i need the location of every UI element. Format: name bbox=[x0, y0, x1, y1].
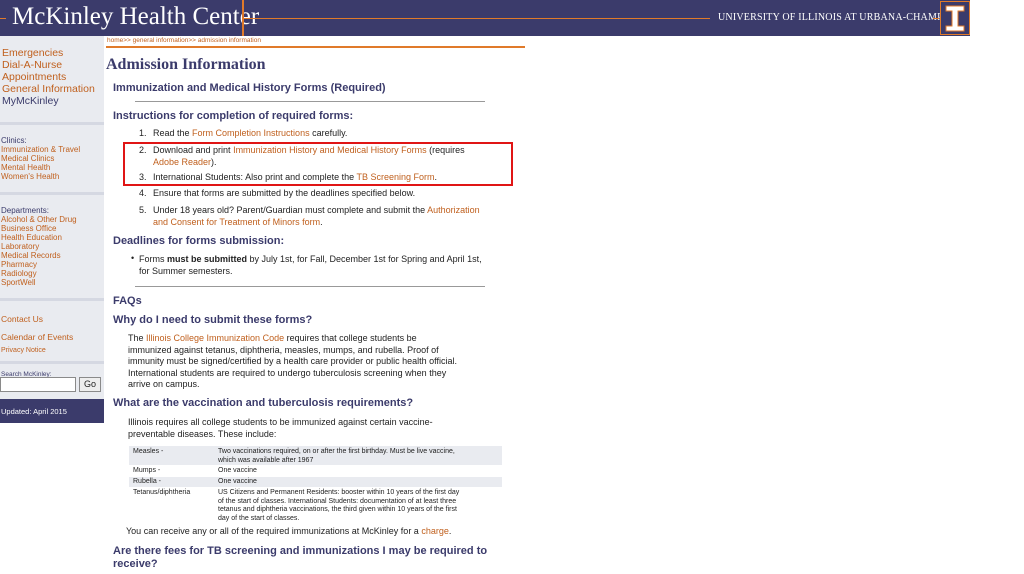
step-1: Read the Form Completion Instructions ca… bbox=[153, 128, 348, 138]
header-rule bbox=[0, 18, 6, 19]
divider bbox=[135, 286, 485, 287]
nav-general-information[interactable]: General Information bbox=[2, 83, 95, 95]
site-title[interactable]: McKinley Health Center bbox=[12, 3, 259, 31]
step-4: Ensure that forms are submitted by the d… bbox=[153, 188, 416, 198]
header-rule bbox=[244, 18, 710, 19]
breadcrumb-current: admission information bbox=[197, 37, 261, 44]
department-link[interactable]: SportWell bbox=[1, 278, 36, 287]
sidebar: Emergencies Dial-A-Nurse Appointments Ge… bbox=[0, 36, 104, 423]
block-i-icon bbox=[945, 5, 965, 32]
department-link[interactable]: Business Office bbox=[1, 224, 56, 233]
contact-us-link[interactable]: Contact Us bbox=[1, 314, 43, 324]
updated-text: Updated: April 2015 bbox=[1, 407, 67, 416]
divider bbox=[135, 101, 485, 102]
clinic-link[interactable]: Immunization & Travel bbox=[1, 145, 80, 154]
highlight-box bbox=[123, 142, 513, 186]
table-row: Measles - Two vaccinations required, on … bbox=[129, 446, 502, 465]
clinic-link[interactable]: Mental Health bbox=[1, 163, 50, 172]
nav-emergencies[interactable]: Emergencies bbox=[2, 47, 63, 59]
nav-mymckinley[interactable]: MyMcKinley bbox=[2, 95, 59, 107]
site-header: McKinley Health Center UNIVERSITY OF ILL… bbox=[0, 0, 970, 36]
university-name[interactable]: UNIVERSITY OF ILLINOIS AT URBANA-CHAMPAI… bbox=[718, 12, 968, 23]
clinics-heading: Clinics: bbox=[1, 136, 27, 145]
breadcrumb-general-information[interactable]: general information bbox=[133, 37, 189, 44]
sidebar-departments: Departments: Alcohol & Other Drug Busine… bbox=[0, 195, 104, 298]
page-title: Admission Information bbox=[106, 56, 266, 73]
minors-consent-link[interactable]: and Consent for Treatment of Minors form bbox=[153, 217, 320, 227]
breadcrumb: home>> general information>> admission i… bbox=[107, 37, 261, 44]
department-link[interactable]: Pharmacy bbox=[1, 260, 37, 269]
table-row: Rubella - One vaccine bbox=[129, 477, 502, 487]
breadcrumb-home[interactable]: home bbox=[107, 37, 123, 44]
calendar-link[interactable]: Calendar of Events bbox=[1, 332, 73, 342]
sidebar-clinics: Clinics: Immunization & Travel Medical C… bbox=[0, 125, 104, 192]
sidebar-utility: Contact Us Calendar of Events Privacy No… bbox=[0, 301, 104, 361]
updated-bar: Updated: April 2015 bbox=[0, 399, 104, 423]
faq-question: Why do I need to submit these forms? bbox=[113, 314, 313, 326]
department-link[interactable]: Medical Records bbox=[1, 251, 61, 260]
faq-question: Are there fees for TB screening and immu… bbox=[113, 545, 488, 570]
faq-question: What are the vaccination and tuberculosi… bbox=[113, 397, 414, 409]
department-link[interactable]: Laboratory bbox=[1, 242, 39, 251]
faqs-heading: FAQs bbox=[113, 295, 142, 307]
instructions-heading: Instructions for completion of required … bbox=[113, 110, 354, 122]
form-instructions-link[interactable]: Form Completion Instructions bbox=[192, 128, 310, 138]
privacy-notice-link[interactable]: Privacy Notice bbox=[1, 347, 46, 354]
table-row: Tetanus/diphtheria US Citizens and Perma… bbox=[133, 489, 460, 522]
step-number: 1. bbox=[139, 128, 147, 138]
header-rule bbox=[933, 18, 939, 19]
nav-appointments[interactable]: Appointments bbox=[2, 71, 66, 83]
clinic-link[interactable]: Medical Clinics bbox=[1, 154, 54, 163]
bullet: • bbox=[131, 253, 135, 263]
deadline-text: Forms must be submitted by July 1st, for… bbox=[139, 254, 482, 276]
clinic-link[interactable]: Women's Health bbox=[1, 172, 59, 181]
section-subtitle: Immunization and Medical History Forms (… bbox=[113, 82, 386, 94]
table-row: Mumps - One vaccine bbox=[133, 467, 257, 474]
departments-heading: Departments: bbox=[1, 206, 50, 215]
search-input[interactable] bbox=[0, 377, 76, 392]
authorization-link[interactable]: Authorization bbox=[427, 205, 480, 215]
department-link[interactable]: Alcohol & Other Drug bbox=[1, 215, 77, 224]
charge-link[interactable]: charge bbox=[421, 526, 449, 536]
step-number: 5. bbox=[139, 205, 147, 215]
faq-answer: Illinois requires all college students t… bbox=[128, 417, 433, 439]
faq-answer: The Illinois College Immunization Code r… bbox=[128, 333, 458, 389]
department-link[interactable]: Radiology bbox=[1, 269, 37, 278]
breadcrumb-rule bbox=[106, 46, 525, 48]
immunization-code-link[interactable]: Illinois College Immunization Code bbox=[146, 333, 284, 343]
charge-text: You can receive any or all of the requir… bbox=[126, 526, 452, 536]
department-link[interactable]: Health Education bbox=[1, 233, 62, 242]
sidebar-main-nav: Emergencies Dial-A-Nurse Appointments Ge… bbox=[0, 36, 104, 122]
illinois-logo[interactable] bbox=[940, 1, 970, 35]
deadlines-heading: Deadlines for forms submission: bbox=[113, 235, 285, 247]
step-number: 4. bbox=[139, 188, 147, 198]
nav-dial-a-nurse[interactable]: Dial-A-Nurse bbox=[2, 59, 62, 71]
step-5: Under 18 years old? Parent/Guardian must… bbox=[153, 205, 480, 227]
search-go-button[interactable]: Go bbox=[79, 377, 101, 392]
